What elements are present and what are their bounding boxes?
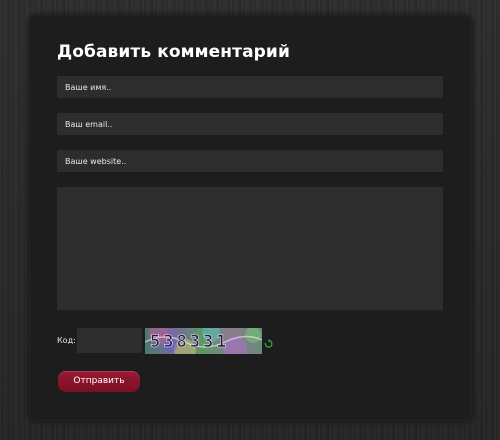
form-title: Добавить комментарий xyxy=(57,42,290,62)
submit-button[interactable]: Отправить xyxy=(58,371,140,392)
captcha-code-input[interactable] xyxy=(77,328,142,353)
refresh-icon[interactable] xyxy=(264,335,273,348)
captcha-graphic: 538331 xyxy=(145,328,262,354)
code-label: Код: xyxy=(57,336,76,345)
email-input[interactable] xyxy=(57,113,443,135)
captcha-image: 538331 xyxy=(145,328,262,354)
comment-form-panel: Добавить комментарий Код: 538331 Отправи… xyxy=(29,15,472,421)
website-input[interactable] xyxy=(57,150,443,172)
name-input[interactable] xyxy=(57,76,443,98)
comment-textarea[interactable] xyxy=(57,187,443,310)
captcha-noise xyxy=(245,328,261,343)
captcha-text: 538331 xyxy=(150,332,229,352)
refresh-glyph xyxy=(264,339,273,348)
